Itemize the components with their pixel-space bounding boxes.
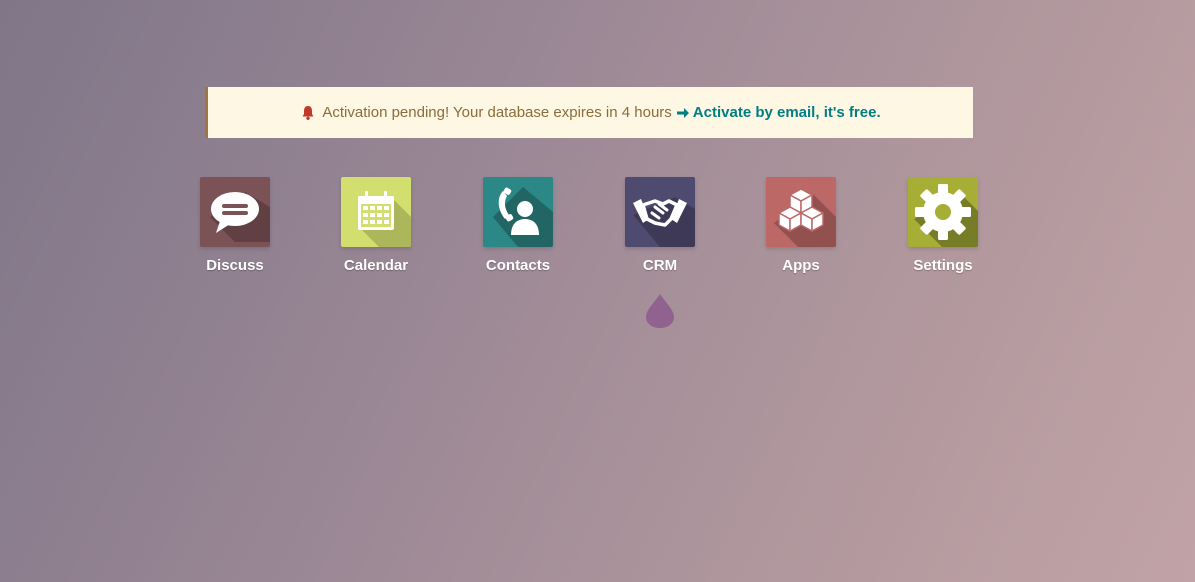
app-discuss[interactable]: Discuss [180,177,290,274]
app-label-calendar: Calendar [343,257,409,274]
calendar-tile[interactable] [341,177,411,247]
app-apps[interactable]: Apps [746,177,856,274]
discuss-tile[interactable] [200,177,270,247]
apps-tile[interactable] [766,177,836,247]
app-crm[interactable]: CRM [605,177,715,274]
app-label-apps: Apps [782,257,820,274]
loading-drop-icon [646,294,674,328]
contacts-tile[interactable] [483,177,553,247]
gear-icon [914,184,978,247]
chat-bubble-icon [210,192,270,242]
settings-tile[interactable] [908,177,978,247]
app-label-crm: CRM [642,257,678,274]
app-label-contacts: Contacts [485,257,551,274]
app-calendar[interactable]: Calendar [321,177,431,274]
handshake-icon [633,197,695,247]
calendar-icon [358,191,411,247]
app-settings[interactable]: Settings [888,177,998,274]
cubes-icon [774,188,836,247]
app-label-discuss: Discuss [206,257,264,274]
app-label-settings: Settings [913,257,973,274]
app-grid: Discuss Calendar Contacts CRM Apps Setti… [0,0,1195,582]
app-contacts[interactable]: Contacts [463,177,573,274]
crm-tile[interactable] [625,177,695,247]
contact-phone-icon [493,187,553,247]
